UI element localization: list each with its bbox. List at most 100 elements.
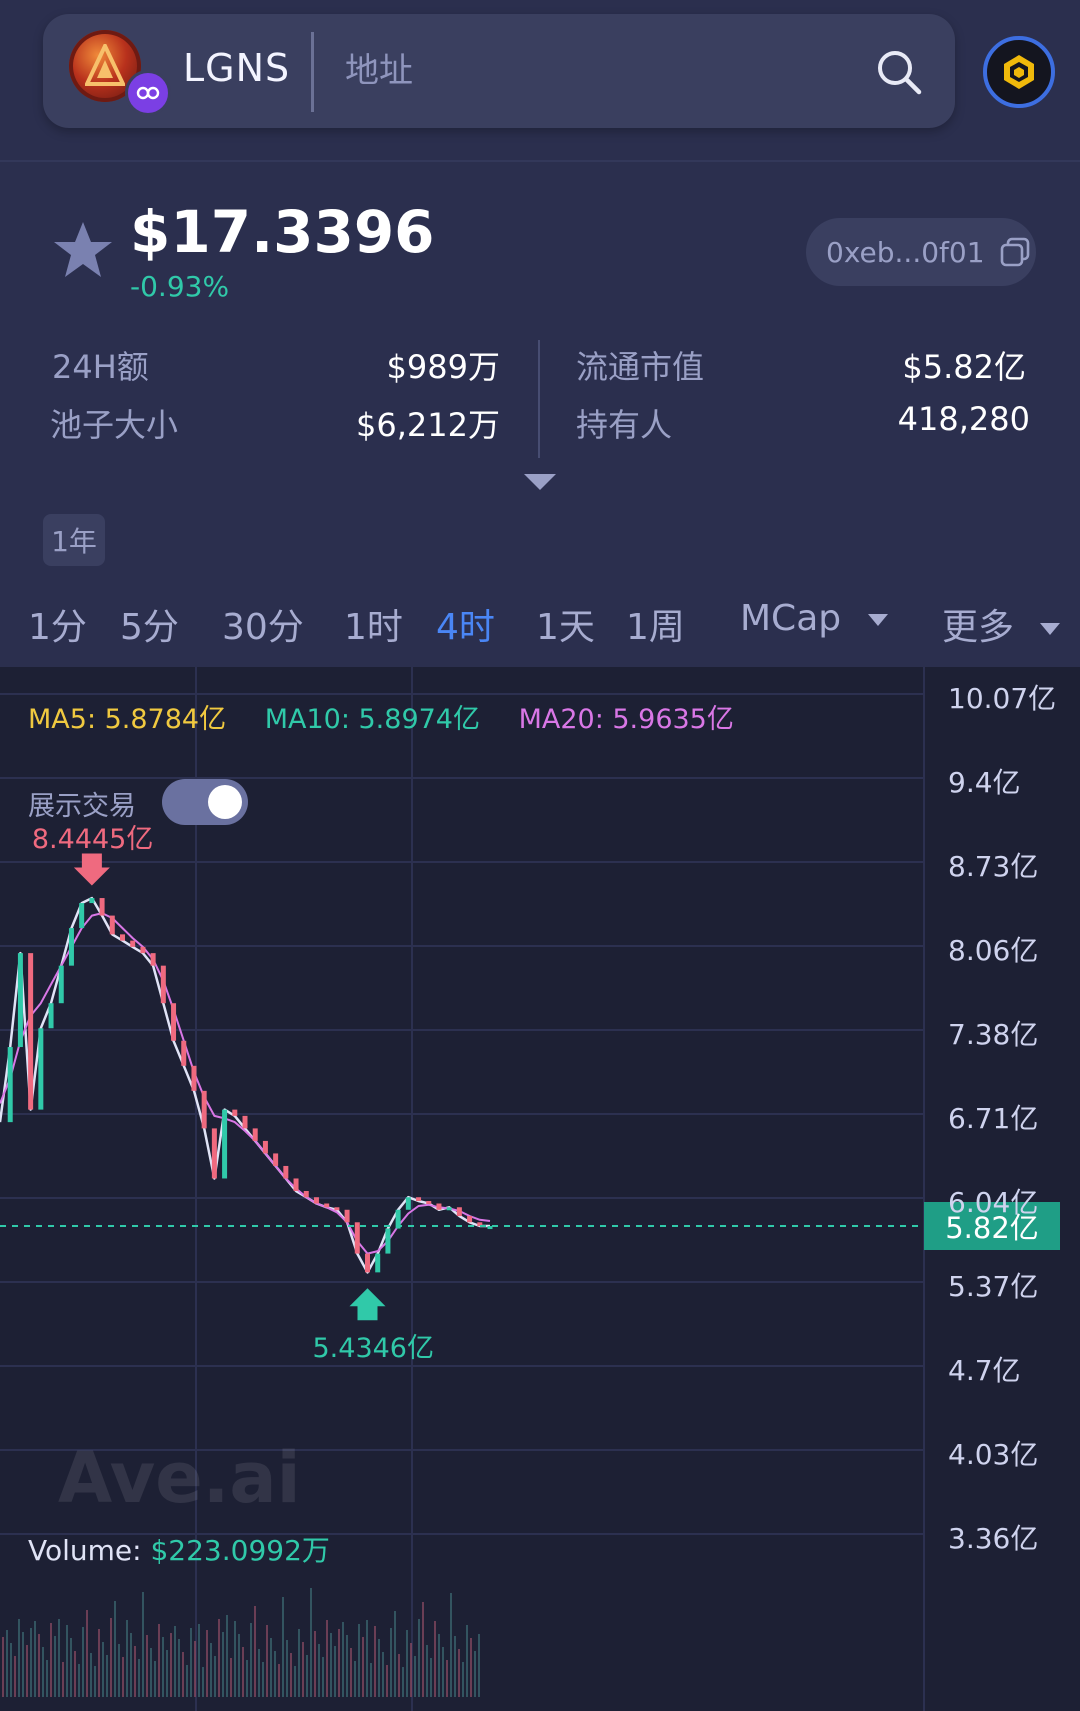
volume-bar [50,1623,52,1697]
candle [344,1209,350,1223]
y-axis-tick-label: 4.7亿 [948,1354,1021,1387]
volume-bar [354,1661,356,1697]
volume-bar [334,1646,336,1697]
volume-bar [182,1652,184,1697]
bnb-chain-switch-button[interactable] [983,36,1055,108]
y-axis-tick-label: 6.71亿 [948,1102,1039,1135]
tab-1w[interactable]: 1周 [626,598,685,650]
contract-address-copy-button[interactable]: 0xeb...0f01 [806,218,1036,286]
mcap-dropdown[interactable]: MCap [740,598,889,639]
volume-bar [58,1619,60,1697]
candle [436,1203,442,1210]
holders-label: 持有人 [576,406,673,444]
volume-bar [174,1626,176,1697]
volume-bar [314,1631,316,1697]
price-chart[interactable]: MA5: 5.8784亿 MA10: 5.8974亿 MA20: 5.9635亿… [0,667,1080,1711]
candle [130,940,136,947]
volume-bar [138,1659,140,1697]
volume-bar [74,1651,76,1697]
volume-bar [382,1652,384,1697]
volume-bar [114,1601,116,1697]
volume-bar [194,1641,196,1697]
time-range-chip[interactable]: 1年 [43,514,105,566]
volume-bar [134,1646,136,1697]
volume-bar [170,1633,172,1697]
volume-bar [238,1634,240,1697]
bnb-icon [1004,55,1034,89]
pool-size-value: $6,212万 [356,406,500,444]
volume-bar [386,1665,388,1697]
y-axis-tick-label: 8.06亿 [948,934,1039,967]
volume-bar [102,1642,104,1697]
volume-bar [110,1618,112,1697]
volume-bar [42,1647,44,1697]
volume-bar [54,1636,56,1697]
candle [232,1109,238,1116]
candle [293,1178,299,1191]
low-price-marker: 5.4346亿 [313,1326,434,1365]
volume-bar [266,1625,268,1697]
top-search-bar: LGNS [43,14,955,128]
volume-bar [318,1644,320,1697]
volume-bar [250,1623,252,1697]
volume-bar [454,1636,456,1697]
tab-1d[interactable]: 1天 [536,598,595,650]
volume-bar [322,1657,324,1697]
pool-size-label: 池子大小 [50,406,179,444]
tab-1h[interactable]: 1时 [344,598,403,650]
show-trades-toggle[interactable] [162,779,248,825]
candle [160,965,166,1004]
volume-bar [458,1649,460,1697]
volume-bar [286,1640,288,1697]
candle [89,898,95,904]
volume-bar [10,1643,12,1697]
expand-stats-chevron-icon[interactable] [522,472,558,496]
tab-1m[interactable]: 1分 [28,598,87,650]
candle [283,1165,289,1179]
token-symbol[interactable]: LGNS [183,46,290,90]
y-axis-tick-label: 7.38亿 [948,1018,1039,1051]
y-axis-tick-label: 4.03亿 [948,1438,1039,1471]
volume-bar [26,1645,28,1697]
volume-bar [126,1620,128,1697]
candle [222,1109,228,1179]
candle [487,1226,493,1230]
volume-bar [90,1653,92,1697]
volume-bar [394,1611,396,1697]
candle [252,1128,258,1141]
tab-4h[interactable]: 4时 [436,598,495,650]
y-axis-tick-label: 3.36亿 [948,1522,1039,1555]
volume-bar [330,1633,332,1697]
volume-bar [78,1664,80,1697]
volume-bar [118,1644,120,1697]
address-search-input[interactable] [343,42,827,100]
volume-bar [218,1619,220,1697]
volume-bar [426,1645,428,1697]
volume-bar [190,1628,192,1697]
volume-bar [422,1602,424,1697]
tab-5m[interactable]: 5分 [120,598,179,650]
candle [467,1216,473,1223]
favorite-star-icon[interactable] [52,220,114,284]
volume-readout: Volume: $223.0992万 [28,1529,330,1569]
volume-bar [358,1624,360,1697]
volume-bar [474,1651,476,1697]
volume-bar [66,1625,68,1697]
volume-bar [210,1643,212,1697]
volume-24h-value: $989万 [386,348,500,386]
volume-bar [98,1629,100,1697]
contract-address: 0xeb...0f01 [826,235,985,269]
tab-30m[interactable]: 30分 [222,598,304,650]
volume-bar [478,1634,480,1697]
volume-bar [430,1658,432,1697]
volume-bar [206,1630,208,1697]
circulating-mcap-label: 流通市值 [576,348,705,386]
volume-bar [366,1620,368,1697]
volume-bar [410,1643,412,1697]
volume-bar [230,1658,232,1697]
volume-label: Volume: [28,1534,142,1567]
volume-bar [470,1638,472,1697]
search-icon[interactable] [875,48,925,98]
more-dropdown[interactable]: 更多 [942,598,1061,650]
candle [354,1222,360,1254]
